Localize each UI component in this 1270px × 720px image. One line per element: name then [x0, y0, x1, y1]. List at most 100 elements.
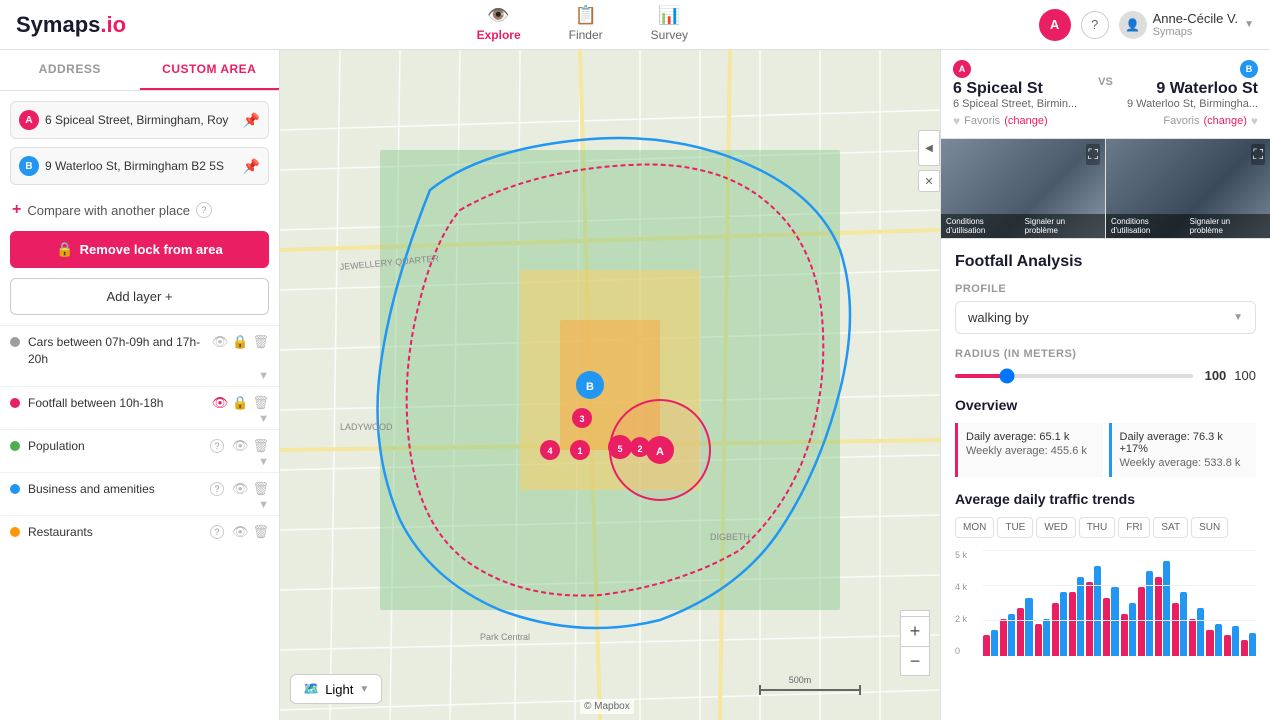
main-content: ADDRESS CUSTOM AREA A 6 Spiceal Street, … — [0, 50, 1270, 720]
svg-text:5: 5 — [617, 444, 622, 454]
day-tab-thu[interactable]: THU — [1079, 517, 1116, 538]
explore-icon: 👁️ — [487, 5, 509, 26]
pin-icon-b[interactable]: 📌 — [243, 158, 260, 175]
chart-bars — [983, 550, 1256, 656]
map-container[interactable]: JEWELLERY QUARTER LADYWOOD DIGBETH Park … — [280, 50, 940, 720]
delete-icon-cars[interactable]: 🗑 — [252, 334, 269, 350]
bar-b — [1163, 561, 1170, 656]
loc-b-favoris: Favoris — [1163, 115, 1199, 127]
layer-label-population: Population — [28, 439, 202, 453]
logo[interactable]: Symaps.io — [16, 12, 126, 38]
bar-b — [1180, 592, 1187, 656]
profile-value: walking by — [968, 310, 1029, 325]
stat-b-weekly: Weekly average: 533.8 k — [1120, 457, 1249, 469]
zoom-in-button[interactable]: + — [900, 616, 930, 646]
bar-a — [1155, 577, 1162, 657]
image-overlay-b: Conditions d'utilisation Signaler un pro… — [1106, 214, 1270, 238]
radius-row: 100 100 — [955, 368, 1256, 383]
location-b: B 9 Waterloo St 9 Waterloo St, Birmingha… — [1121, 60, 1258, 128]
expand-icon-cars[interactable]: ▼ — [258, 370, 269, 382]
svg-text:LADYWOOD: LADYWOOD — [340, 422, 393, 432]
tab-survey[interactable]: 📊 Survey — [627, 0, 712, 52]
delete-icon-population[interactable]: 🗑 — [252, 438, 269, 454]
image-a[interactable]: ⛶ Conditions d'utilisation Signaler un p… — [941, 139, 1105, 238]
bar-group — [1206, 550, 1221, 656]
stat-card-b: Daily average: 76.3 k +17% Weekly averag… — [1109, 423, 1257, 477]
expand-icon-population[interactable]: ▼ — [258, 456, 269, 468]
bar-group — [983, 550, 998, 656]
avatar-letter: A — [1050, 17, 1059, 32]
layer-label-restaurants: Restaurants — [28, 525, 202, 539]
address-input-b[interactable]: B 9 Waterloo St, Birmingham B2 5S 📌 — [10, 147, 269, 185]
compare-label: Compare with another place — [27, 203, 190, 218]
day-tab-fri[interactable]: FRI — [1118, 517, 1150, 538]
help-button[interactable]: ? — [1081, 11, 1109, 39]
visibility-icon-restaurants[interactable]: 👁 — [232, 524, 249, 540]
expand-icon-a[interactable]: ⛶ — [1086, 144, 1100, 165]
compare-help-icon[interactable]: ? — [196, 202, 212, 218]
compare-row[interactable]: + Compare with another place ? — [0, 195, 279, 225]
location-a: A 6 Spiceal St 6 Spiceal Street, Birmin.… — [953, 60, 1090, 128]
radius-slider[interactable] — [955, 374, 1193, 378]
remove-lock-label: Remove lock from area — [80, 242, 223, 257]
sidebar-tab-custom-area[interactable]: CUSTOM AREA — [140, 50, 280, 90]
user-profile[interactable]: 👤 Anne-Cécile V. Symaps ▼ — [1119, 11, 1254, 39]
visibility-icon-population[interactable]: 👁 — [232, 438, 249, 454]
remove-lock-button[interactable]: 🔒 Remove lock from area — [10, 231, 269, 268]
day-tab-sat[interactable]: SAT — [1153, 517, 1188, 538]
mapbox-logo: © Mapbox — [580, 699, 634, 714]
bar-group — [1189, 550, 1204, 656]
add-layer-button[interactable]: Add layer + — [10, 278, 269, 315]
day-tab-sun[interactable]: SUN — [1191, 517, 1228, 538]
user-avatar: 👤 — [1119, 11, 1147, 39]
zoom-out-button[interactable]: − — [900, 646, 930, 676]
lock-icon-footfall[interactable]: 🔒 — [232, 395, 248, 411]
svg-text:DIGBETH: DIGBETH — [710, 532, 750, 542]
bar-group — [1086, 550, 1101, 656]
visibility-icon-footfall[interactable]: 👁 — [212, 395, 229, 411]
day-tab-wed[interactable]: WED — [1036, 517, 1075, 538]
bar-a — [1206, 630, 1213, 657]
profile-select[interactable]: walking by ▼ — [955, 301, 1256, 334]
visibility-icon-business[interactable]: 👁 — [232, 481, 249, 497]
delete-icon-footfall[interactable]: 🗑 — [252, 395, 269, 411]
delete-icon-business[interactable]: 🗑 — [252, 481, 269, 497]
expand-icon-business[interactable]: ▼ — [258, 499, 269, 511]
badge-loc-a: A — [953, 60, 971, 78]
survey-icon: 📊 — [658, 5, 680, 26]
stat-a-daily: Daily average: 65.1 k — [966, 431, 1095, 443]
day-tab-mon[interactable]: MON — [955, 517, 994, 538]
bar-b — [1111, 587, 1118, 656]
stat-b-daily: Daily average: 76.3 k +17% — [1120, 431, 1249, 455]
tab-explore[interactable]: 👁️ Explore — [453, 0, 545, 52]
delete-icon-restaurants[interactable]: 🗑 — [252, 524, 269, 540]
map-close-button[interactable]: ✕ — [918, 170, 940, 192]
address-input-a[interactable]: A 6 Spiceal Street, Birmingham, Roy 📌 — [10, 101, 269, 139]
help-icon-population[interactable]: ? — [210, 439, 224, 453]
tab-finder[interactable]: 📋 Finder — [545, 0, 627, 52]
image-b[interactable]: ⛶ Conditions d'utilisation Signaler un p… — [1105, 139, 1270, 238]
bar-a — [1103, 598, 1110, 656]
heart-icon-b: ♥ — [1251, 114, 1258, 128]
loc-b-change[interactable]: (change) — [1203, 115, 1246, 127]
bar-group — [1121, 550, 1136, 656]
zoom-controls: + − — [900, 616, 930, 676]
visibility-icon-cars[interactable]: 👁 — [212, 334, 229, 350]
pin-icon-a[interactable]: 📌 — [243, 112, 260, 129]
expand-icon-footfall[interactable]: ▼ — [258, 413, 269, 425]
loc-a-favoris: Favoris — [964, 115, 1000, 127]
chart-yaxis: 5 k 4 k 2 k 0 — [955, 550, 983, 660]
sidebar-tab-address[interactable]: ADDRESS — [0, 50, 140, 90]
help-icon-business[interactable]: ? — [210, 482, 224, 496]
bar-a — [1086, 582, 1093, 656]
svg-text:Park Central: Park Central — [480, 632, 530, 642]
notifications-avatar[interactable]: A — [1039, 9, 1071, 41]
map-expand-button[interactable]: ◀ — [918, 130, 940, 166]
help-icon-restaurants[interactable]: ? — [210, 525, 224, 539]
lock-icon-cars[interactable]: 🔒 — [232, 334, 248, 350]
map-style-selector[interactable]: 🗺️ Light ▼ — [290, 674, 382, 704]
expand-icon-b[interactable]: ⛶ — [1251, 144, 1265, 165]
day-tab-tue[interactable]: TUE — [997, 517, 1033, 538]
loc-a-change[interactable]: (change) — [1004, 115, 1047, 127]
location-images: ⛶ Conditions d'utilisation Signaler un p… — [941, 139, 1270, 239]
